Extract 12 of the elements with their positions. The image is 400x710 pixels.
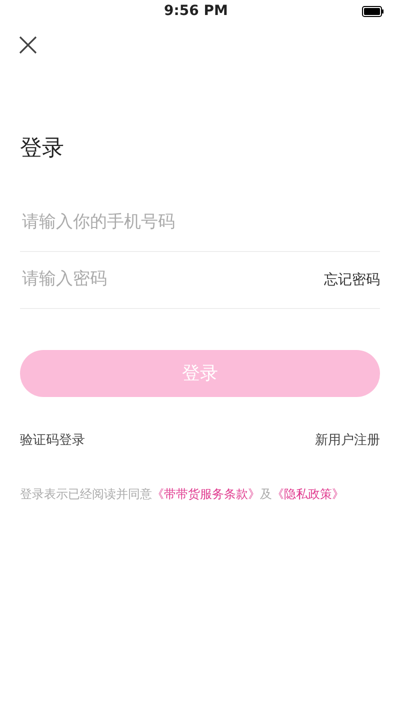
battery-icon [362, 6, 384, 16]
close-icon [18, 34, 38, 55]
agreement-link[interactable]: 《带带货服务条款》 [152, 486, 260, 500]
status-time: 9:56 PM [164, 2, 228, 20]
agreement-link[interactable]: 《隐私政策》 [272, 486, 344, 500]
input-field[interactable]: 请输入你的手机号码 [20, 209, 380, 237]
sms-login-link[interactable]: 验证码登录 [20, 431, 85, 450]
forgot-password-link[interactable]: 忘记密码 [324, 270, 380, 290]
register-link[interactable]: 新用户注册 [315, 431, 380, 450]
input-field[interactable]: 请输入密码 [20, 266, 324, 294]
agreement-text: 登录表示已经阅读并同意《带带货服务条款》及《隐私政策》 [20, 486, 345, 502]
page-title: 登录 [20, 135, 65, 163]
